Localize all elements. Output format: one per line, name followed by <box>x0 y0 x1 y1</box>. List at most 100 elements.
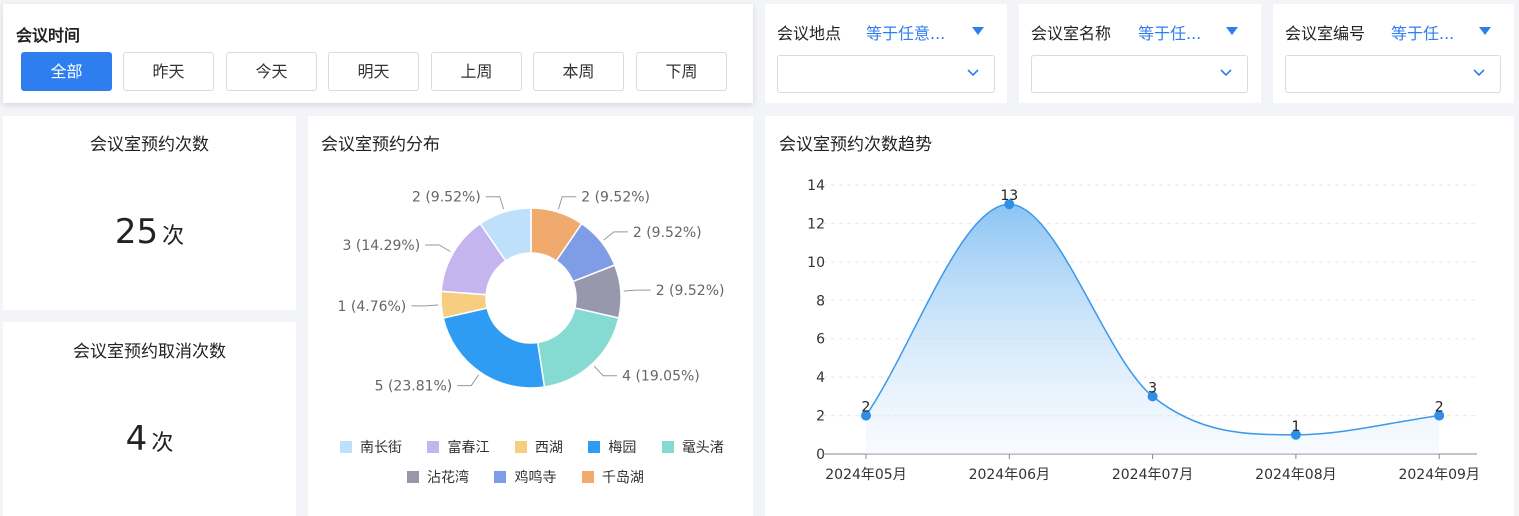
location-filter: 会议地点 等于任意... <box>765 4 1007 103</box>
booking-count-card: 会议室预约次数 25 次 <box>3 116 296 310</box>
y-tick-label: 8 <box>816 293 825 309</box>
legend-swatch <box>588 441 601 453</box>
label-leader-line <box>593 365 618 377</box>
trend-area-chart: 024681012142024年05月 2024年06月 2024年07月 2024年… <box>807 178 1480 483</box>
time-today-button[interactable]: 今天 <box>226 52 317 91</box>
trend-data-label: 1 <box>1291 419 1300 435</box>
legend-item-qiandaohu[interactable]: 千岛湖 <box>581 470 644 486</box>
legend-item-nanchangjie[interactable]: 南长街 <box>340 440 402 456</box>
trend-data-label: 2 <box>862 400 871 416</box>
caret-down-icon[interactable] <box>1226 27 1238 35</box>
y-tick-label: 4 <box>816 370 825 386</box>
legend-label: 沾花湾 <box>427 470 469 486</box>
y-tick-label: 10 <box>807 255 825 271</box>
chevron-down-icon <box>1220 69 1232 77</box>
pie-legend-row-1: 南长街 富春江 西湖 梅园 鼋头渚 <box>340 437 724 457</box>
time-yesterday-button[interactable]: 昨天 <box>123 52 214 91</box>
legend-label: 西湖 <box>534 440 563 456</box>
y-tick-label: 0 <box>816 447 825 463</box>
legend-swatch <box>407 471 419 483</box>
location-operator-select[interactable]: 等于任意... <box>866 20 945 44</box>
meeting-time-filter: 会议时间 全部 昨天 今天 明天 上周 本周 下周 <box>3 4 753 103</box>
room-name-select[interactable] <box>1031 55 1248 93</box>
label-leader-line <box>457 374 480 387</box>
cancellation-count-unit: 次 <box>151 431 174 456</box>
y-tick-label: 6 <box>816 332 825 348</box>
legend-item-zhanhuawan[interactable]: 沾花湾 <box>407 470 469 486</box>
booking-count-number: 25 <box>114 212 159 252</box>
donut-slice-3[interactable] <box>536 307 620 388</box>
label-leader-line <box>411 304 439 307</box>
time-tomorrow-button[interactable]: 明天 <box>328 52 419 91</box>
cancellation-count-number: 4 <box>125 419 148 459</box>
legend-swatch <box>427 441 440 453</box>
room-name-filter: 会议室名称 等于任... <box>1019 4 1261 103</box>
legend-item-fuchunjiang[interactable]: 富春江 <box>427 440 489 456</box>
cancellation-count-card: 会议室预约取消次数 4次 <box>3 322 296 516</box>
slice-data-label: 2 (9.52%) <box>633 225 702 241</box>
donut-slice-4[interactable] <box>442 307 546 389</box>
x-tick-label: 2024年06月 <box>969 467 1050 483</box>
legend-swatch <box>340 441 352 453</box>
slice-data-label: 2 (9.52%) <box>412 190 481 206</box>
y-tick-label: 14 <box>807 178 825 194</box>
legend-item-jimingsi[interactable]: 鸡鸣寺 <box>494 470 556 486</box>
trend-data-label: 2 <box>1435 400 1444 416</box>
legend-swatch <box>661 441 674 453</box>
room-number-operator-select[interactable]: 等于任... <box>1391 20 1454 44</box>
room-number-filter: 会议室编号 等于任... <box>1273 4 1514 103</box>
caret-down-icon[interactable] <box>1479 27 1491 35</box>
time-next-week-button[interactable]: 下周 <box>636 52 727 91</box>
y-tick-label: 12 <box>807 216 825 232</box>
booking-count-value: 25 次 <box>3 212 296 252</box>
x-tick-label: 2024年07月 <box>1112 467 1193 483</box>
time-all-button[interactable]: 全部 <box>21 52 112 91</box>
room-name-operator-select[interactable]: 等于任... <box>1138 20 1201 44</box>
location-select[interactable] <box>777 55 995 93</box>
trend-area-fill <box>866 204 1440 454</box>
legend-label: 鼋头渚 <box>681 440 724 456</box>
x-tick-label: 2024年05月 <box>825 467 906 483</box>
trend-data-label: 13 <box>1000 188 1018 204</box>
room-name-filter-label: 会议室名称 <box>1031 24 1112 43</box>
slice-data-label: 2 (9.52%) <box>656 283 725 299</box>
slice-data-label: 2 (9.52%) <box>581 190 650 206</box>
y-tick-label: 2 <box>816 409 825 425</box>
label-leader-line <box>623 289 651 292</box>
slice-data-label: 3 (14.29%) <box>343 238 421 254</box>
x-tick-label: 2024年09月 <box>1398 467 1479 483</box>
slice-data-label: 1 (4.76%) <box>338 299 407 315</box>
pie-legend-row-2: 沾花湾 鸡鸣寺 千岛湖 <box>407 467 644 487</box>
legend-item-meiyuan[interactable]: 梅园 <box>588 440 636 456</box>
legend-label: 梅园 <box>608 440 637 456</box>
room-number-filter-label: 会议室编号 <box>1285 24 1366 43</box>
meeting-time-title: 会议时间 <box>16 26 81 45</box>
legend-item-xihu[interactable]: 西湖 <box>514 440 563 456</box>
legend-swatch <box>514 441 527 453</box>
location-filter-label: 会议地点 <box>777 24 842 43</box>
legend-label: 富春江 <box>447 440 490 456</box>
legend-label: 南长街 <box>360 440 402 456</box>
label-leader-line <box>557 196 577 210</box>
legend-swatch <box>581 471 594 483</box>
booking-count-unit: 次 <box>162 224 185 249</box>
label-leader-line <box>485 196 505 210</box>
x-tick-label: 2024年08月 <box>1255 467 1336 483</box>
label-leader-line <box>425 244 451 252</box>
caret-down-icon[interactable] <box>972 27 984 35</box>
legend-swatch <box>494 471 507 483</box>
trend-data-label: 3 <box>1148 380 1157 396</box>
chevron-down-icon <box>1473 69 1485 77</box>
legend-label: 千岛湖 <box>601 470 644 486</box>
time-last-week-button[interactable]: 上周 <box>431 52 522 91</box>
cancellation-count-value: 4次 <box>3 419 296 459</box>
booking-count-title: 会议室预约次数 <box>90 135 209 155</box>
legend-item-yuantouzhu[interactable]: 鼋头渚 <box>661 440 724 456</box>
slice-data-label: 4 (19.05%) <box>622 369 700 385</box>
time-this-week-button[interactable]: 本周 <box>533 52 624 91</box>
label-leader-line <box>603 231 628 241</box>
room-number-select[interactable] <box>1285 55 1501 93</box>
cancellation-count-title: 会议室预约取消次数 <box>73 342 226 362</box>
chevron-down-icon <box>967 69 979 77</box>
slice-data-label: 5 (23.81%) <box>375 379 453 395</box>
